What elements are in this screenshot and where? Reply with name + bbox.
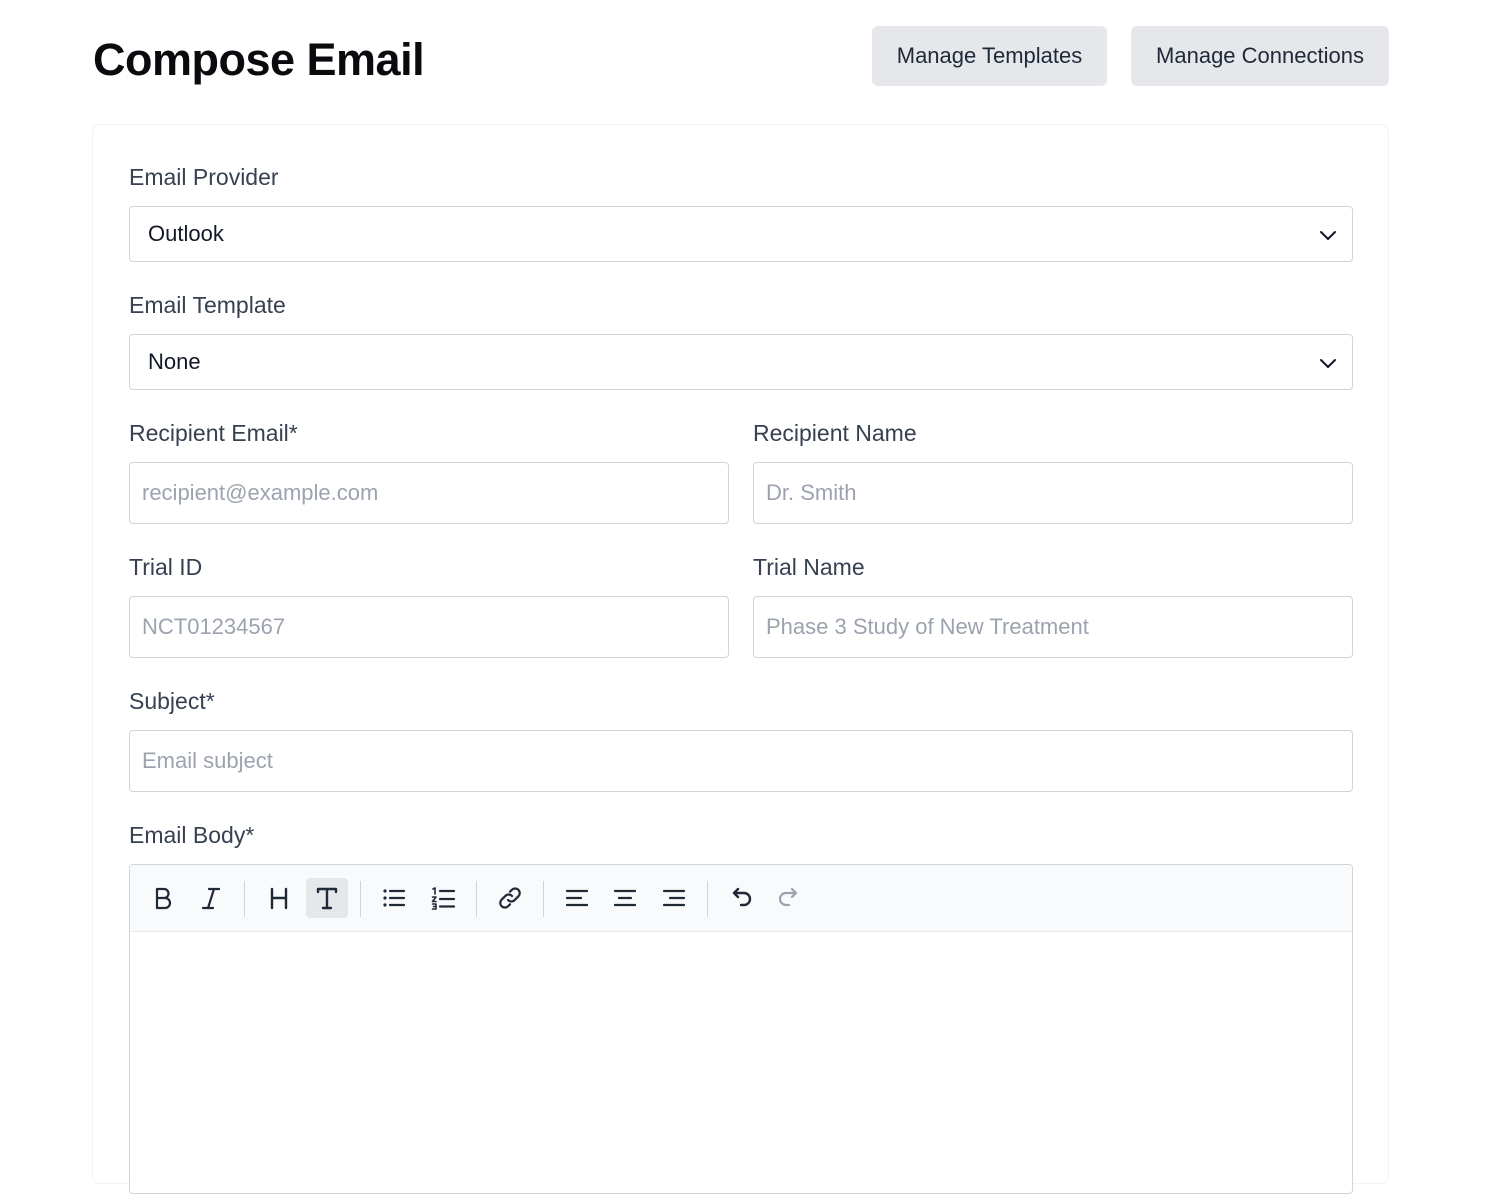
editor-toolbar: [130, 865, 1352, 932]
recipient-name-input[interactable]: [753, 462, 1353, 524]
toolbar-divider: [543, 881, 544, 917]
recipient-email-label: Recipient Email*: [129, 420, 298, 446]
align-center-icon: [613, 889, 637, 907]
manage-connections-button[interactable]: Manage Connections: [1131, 26, 1389, 86]
link-icon: [499, 887, 521, 909]
page-title: Compose Email: [93, 34, 425, 85]
email-body-editor: [129, 864, 1353, 1194]
align-center-button[interactable]: [604, 878, 646, 918]
ordered-list-button[interactable]: [422, 878, 464, 918]
recipient-name-label: Recipient Name: [753, 420, 917, 446]
bold-icon: [155, 887, 172, 910]
email-template-value: None: [148, 349, 201, 374]
recipient-email-input[interactable]: [129, 462, 729, 524]
italic-button[interactable]: [190, 878, 232, 918]
trial-id-label: Trial ID: [129, 554, 203, 580]
trial-id-input[interactable]: [129, 596, 729, 658]
heading-button[interactable]: [258, 878, 300, 918]
toolbar-divider: [476, 881, 477, 917]
toolbar-divider: [360, 881, 361, 917]
align-right-icon: [662, 889, 686, 907]
bullet-list-button[interactable]: [373, 878, 415, 918]
toolbar-divider: [707, 881, 708, 917]
paragraph-button[interactable]: [306, 878, 348, 918]
align-right-button[interactable]: [653, 878, 695, 918]
page-header: Compose Email Manage Templates Manage Co…: [93, 26, 1389, 86]
align-left-button[interactable]: [556, 878, 598, 918]
redo-icon: [778, 887, 798, 907]
subject-label: Subject*: [129, 688, 215, 714]
undo-icon: [732, 887, 752, 907]
bullet-list-icon: [383, 889, 406, 907]
paragraph-text-icon: [316, 887, 338, 910]
chevron-down-icon: [1320, 231, 1336, 240]
email-provider-value: Outlook: [148, 221, 224, 246]
chevron-down-icon: [1320, 359, 1336, 368]
email-template-label: Email Template: [129, 292, 286, 318]
email-body-label: Email Body*: [129, 822, 255, 848]
redo-button[interactable]: [768, 878, 810, 918]
email-template-select[interactable]: None: [129, 334, 1353, 390]
align-left-icon: [565, 889, 589, 907]
toolbar-divider: [244, 881, 245, 917]
ordered-list-icon: [431, 887, 456, 910]
bold-button[interactable]: [142, 878, 184, 918]
manage-templates-button[interactable]: Manage Templates: [872, 26, 1107, 86]
email-provider-select[interactable]: Outlook: [129, 206, 1353, 262]
link-button[interactable]: [489, 878, 531, 918]
email-body-content[interactable]: [130, 932, 1352, 1193]
subject-input[interactable]: [129, 730, 1353, 792]
undo-button[interactable]: [720, 878, 762, 918]
heading-icon: [270, 887, 288, 910]
email-provider-label: Email Provider: [129, 164, 279, 190]
trial-name-label: Trial Name: [753, 554, 865, 580]
trial-name-input[interactable]: [753, 596, 1353, 658]
italic-icon: [201, 887, 221, 910]
